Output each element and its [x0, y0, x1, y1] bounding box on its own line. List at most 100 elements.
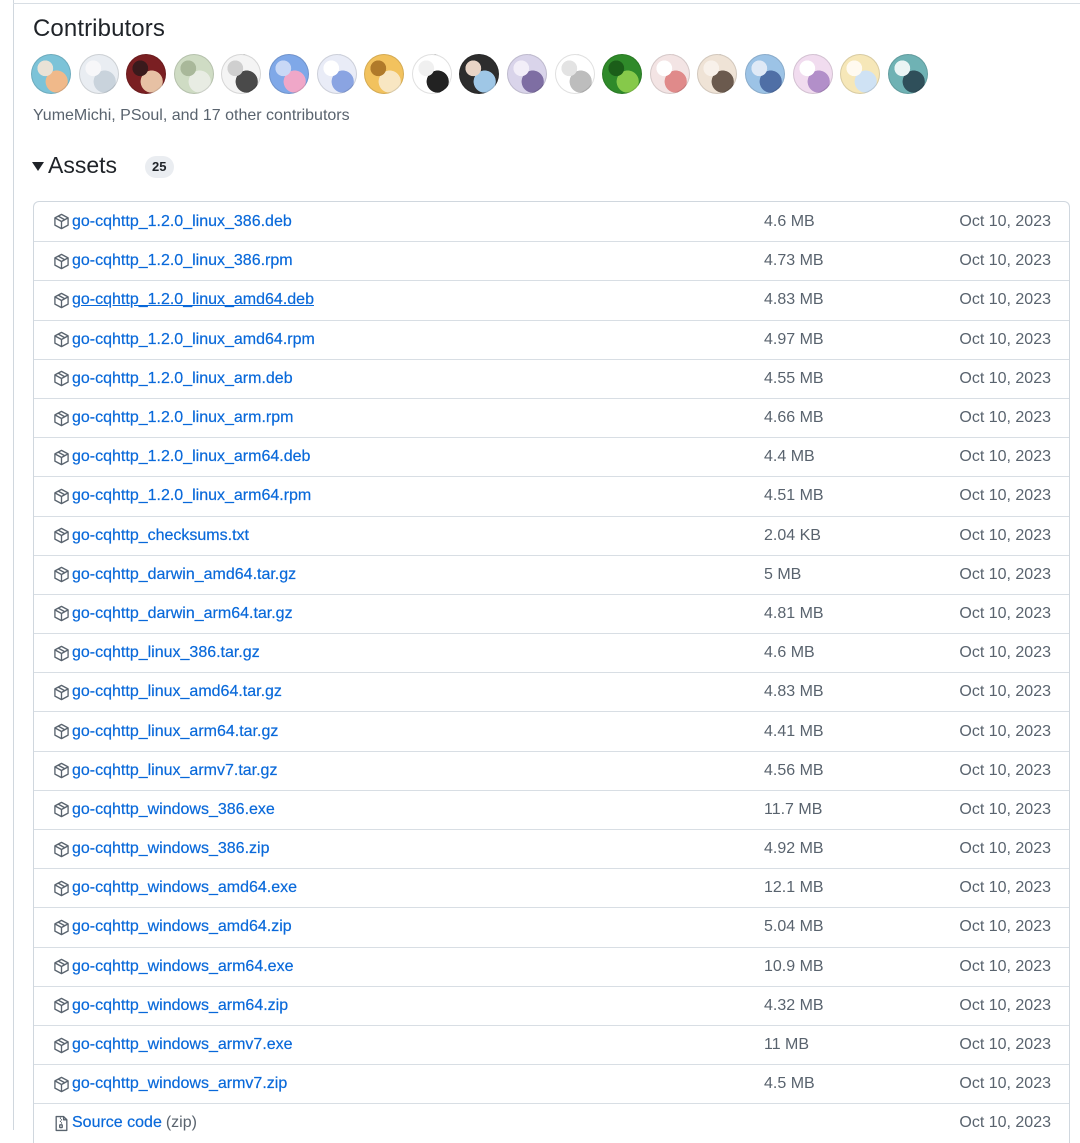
- asset-size: 11.7 MB: [764, 800, 823, 818]
- asset-link[interactable]: go-cqhttp_1.2.0_linux_arm64.deb: [53, 447, 310, 467]
- asset-row: go-cqhttp_checksums.txt 2.04 KB Oct 10, 20…: [34, 515, 1069, 555]
- asset-row: go-cqhttp_darwin_amd64.tar.gz 5 MB Oct 10,…: [34, 554, 1069, 594]
- contributor-avatar[interactable]: [459, 54, 500, 94]
- asset-link[interactable]: go-cqhttp_windows_arm64.exe: [53, 957, 294, 977]
- asset-link[interactable]: go-cqhttp_windows_armv7.zip: [53, 1074, 287, 1094]
- assets-heading: Assets: [48, 152, 118, 178]
- asset-link[interactable]: go-cqhttp_1.2.0_linux_386.rpm: [53, 251, 293, 271]
- asset-name: go-cqhttp_darwin_arm64.tar.gz: [72, 604, 293, 622]
- package-icon: [53, 997, 70, 1014]
- asset-link[interactable]: go-cqhttp_1.2.0_linux_386.deb: [53, 212, 292, 232]
- contributor-avatar[interactable]: [78, 54, 119, 94]
- package-icon: [53, 958, 70, 975]
- asset-row: go-cqhttp_darwin_arm64.tar.gz 4.81 MB Oct …: [34, 593, 1069, 633]
- contributor-avatar[interactable]: [602, 54, 643, 94]
- asset-link[interactable]: go-cqhttp_darwin_arm64.tar.gz: [53, 604, 293, 624]
- contributor-avatar[interactable]: [364, 54, 405, 94]
- asset-row: go-cqhttp_1.2.0_linux_amd64.rpm 4.97 MB Oc…: [34, 319, 1069, 359]
- asset-name: Source code: [72, 1114, 162, 1132]
- package-icon: [53, 605, 70, 622]
- package-icon: [53, 1037, 70, 1054]
- package-icon: [53, 723, 70, 740]
- asset-date: Oct 10, 2023: [959, 291, 1051, 309]
- asset-link[interactable]: go-cqhttp_linux_armv7.tar.gz: [53, 761, 278, 781]
- asset-name: go-cqhttp_windows_386.zip: [72, 840, 270, 858]
- contributor-avatar[interactable]: [697, 54, 738, 94]
- asset-date: Oct 10, 2023: [959, 840, 1051, 858]
- asset-size: 4.6 MB: [764, 644, 815, 662]
- contributor-avatar[interactable]: [126, 54, 167, 94]
- asset-size: 4.73 MB: [764, 252, 824, 270]
- asset-link[interactable]: go-cqhttp_1.2.0_linux_amd64.deb: [53, 290, 314, 310]
- asset-name: go-cqhttp_linux_arm64.tar.gz: [72, 722, 279, 740]
- asset-link[interactable]: go-cqhttp_windows_386.zip: [53, 839, 270, 859]
- asset-size: 4.32 MB: [764, 996, 824, 1014]
- package-icon: [53, 919, 70, 936]
- asset-name: go-cqhttp_windows_386.exe: [72, 800, 275, 818]
- asset-link[interactable]: go-cqhttp_windows_amd64.exe: [53, 878, 297, 898]
- contributor-avatar[interactable]: [649, 54, 690, 94]
- asset-row: go-cqhttp_1.2.0_linux_arm64.deb 4.4 MB Oct…: [34, 437, 1069, 476]
- asset-row: go-cqhttp_linux_386.tar.gz 4.6 MB Oct 10, …: [34, 633, 1069, 672]
- contributor-avatar[interactable]: [221, 54, 262, 94]
- asset-link[interactable]: go-cqhttp_darwin_amd64.tar.gz: [53, 565, 296, 585]
- asset-row: go-cqhttp_windows_386.exe 11.7 MB Oct 10, …: [34, 789, 1069, 829]
- asset-link[interactable]: go-cqhttp_1.2.0_linux_amd64.rpm: [53, 330, 315, 350]
- asset-row: go-cqhttp_windows_arm64.exe 10.9 MB Oct 10…: [34, 946, 1069, 986]
- contributor-avatar[interactable]: [411, 54, 452, 94]
- contributor-avatar[interactable]: [506, 54, 547, 94]
- package-icon: [53, 292, 70, 309]
- asset-name: go-cqhttp_1.2.0_linux_arm.deb: [72, 369, 293, 387]
- asset-name: go-cqhttp_darwin_amd64.tar.gz: [72, 565, 297, 583]
- asset-link[interactable]: Source code (zip): [53, 1113, 197, 1133]
- asset-link[interactable]: go-cqhttp_checksums.txt: [53, 526, 249, 546]
- asset-name: go-cqhttp_checksums.txt: [72, 526, 249, 544]
- asset-name: go-cqhttp_windows_amd64.exe: [72, 879, 298, 897]
- asset-link[interactable]: go-cqhttp_windows_arm64.zip: [53, 996, 288, 1016]
- contributor-avatar[interactable]: [173, 54, 214, 94]
- asset-row: go-cqhttp_1.2.0_linux_arm64.rpm 4.51 MB Oc…: [34, 476, 1069, 515]
- package-icon: [53, 253, 70, 270]
- asset-name: go-cqhttp_windows_armv7.zip: [72, 1075, 288, 1093]
- asset-name: go-cqhttp_windows_arm64.exe: [72, 957, 294, 975]
- contributor-avatar[interactable]: [792, 54, 833, 94]
- asset-name: go-cqhttp_windows_amd64.zip: [72, 918, 292, 936]
- asset-link[interactable]: go-cqhttp_linux_386.tar.gz: [53, 643, 260, 663]
- asset-link[interactable]: go-cqhttp_windows_386.exe: [53, 800, 275, 820]
- contributor-avatar[interactable]: [840, 54, 881, 94]
- asset-link[interactable]: go-cqhttp_windows_armv7.exe: [53, 1035, 293, 1055]
- top-divider: [13, 3, 1080, 4]
- asset-link[interactable]: go-cqhttp_windows_amd64.zip: [53, 917, 292, 937]
- asset-size: 5.04 MB: [764, 918, 824, 936]
- package-icon: [53, 488, 70, 505]
- asset-row: go-cqhttp_windows_armv7.exe 11 MB Oct 10, …: [34, 1024, 1069, 1064]
- contributor-avatar[interactable]: [744, 54, 785, 94]
- asset-date: Oct 10, 2023: [959, 879, 1051, 897]
- asset-row: go-cqhttp_windows_386.zip 4.92 MB Oct 10, …: [34, 829, 1069, 868]
- asset-name: go-cqhttp_1.2.0_linux_arm.rpm: [72, 409, 294, 427]
- asset-link[interactable]: go-cqhttp_1.2.0_linux_arm64.rpm: [53, 486, 311, 506]
- asset-link[interactable]: go-cqhttp_linux_arm64.tar.gz: [53, 722, 278, 742]
- contributor-avatar[interactable]: [554, 54, 595, 94]
- asset-link[interactable]: go-cqhttp_1.2.0_linux_arm.rpm: [53, 408, 294, 428]
- asset-row: go-cqhttp_windows_amd64.zip 5.04 MB Oct 10…: [34, 907, 1069, 946]
- asset-link[interactable]: go-cqhttp_linux_amd64.tar.gz: [53, 682, 282, 702]
- package-icon: [53, 449, 70, 466]
- asset-row: go-cqhttp_1.2.0_linux_386.deb 4.6 MB Oct 1…: [34, 202, 1069, 241]
- package-icon: [53, 880, 70, 897]
- asset-name: go-cqhttp_linux_amd64.tar.gz: [72, 683, 282, 701]
- assets-toggle[interactable]: Assets 25: [32, 150, 174, 180]
- asset-row: go-cqhttp_windows_arm64.zip 4.32 MB Oct 10…: [34, 985, 1069, 1025]
- asset-name: go-cqhttp_linux_armv7.tar.gz: [72, 761, 278, 779]
- package-icon: [53, 841, 70, 858]
- asset-row: go-cqhttp_windows_armv7.zip 4.5 MB Oct 10,…: [34, 1064, 1069, 1103]
- asset-date: Oct 10, 2023: [959, 252, 1051, 270]
- asset-date: Oct 10, 2023: [959, 1036, 1051, 1054]
- asset-link[interactable]: go-cqhttp_1.2.0_linux_arm.deb: [53, 369, 293, 389]
- asset-date: Oct 10, 2023: [959, 683, 1051, 701]
- contributor-avatar[interactable]: [316, 54, 357, 94]
- contributor-avatar[interactable]: [31, 54, 71, 94]
- asset-date: Oct 10, 2023: [959, 722, 1051, 740]
- contributor-avatar[interactable]: [887, 54, 928, 94]
- contributor-avatar[interactable]: [268, 54, 309, 94]
